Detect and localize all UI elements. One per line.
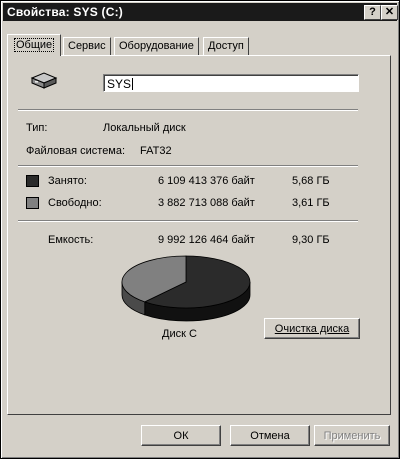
capacity-bytes: 9 992 126 464 байт [158, 234, 255, 246]
hard-drive-icon [30, 72, 58, 89]
type-label: Тип: [26, 122, 48, 134]
tab-service-label: Сервис [68, 40, 106, 52]
type-value: Локальный диск [103, 122, 186, 134]
tab-service[interactable]: Сервис [63, 37, 111, 55]
capacity-size: 9,30 ГБ [292, 234, 330, 246]
close-icon: ✕ [384, 6, 395, 18]
filesystem-value: FAT32 [140, 145, 172, 157]
free-space-swatch [26, 197, 39, 209]
disk-cleanup-label: Очистка диска [274, 323, 350, 335]
tab-hardware[interactable]: Оборудование [114, 37, 199, 55]
used-size: 5,68 ГБ [292, 175, 330, 187]
text-caret [132, 78, 134, 90]
free-label: Свободно: [48, 197, 102, 209]
filesystem-label: Файловая система: [26, 145, 126, 157]
separator [18, 165, 358, 167]
help-button[interactable]: ? [364, 5, 381, 20]
tab-general-label: Общие [14, 38, 55, 52]
help-icon: ? [369, 6, 376, 18]
tab-hardware-label: Оборудование [119, 40, 194, 52]
disk-usage-pie-chart [121, 255, 251, 322]
cancel-button[interactable]: Отмена [230, 425, 310, 446]
title-bar[interactable]: Свойства: SYS (C:) ? ✕ [3, 3, 398, 21]
tab-sharing[interactable]: Доступ [203, 37, 249, 55]
free-bytes: 3 882 713 088 байт [158, 197, 255, 209]
disk-label: Диск C [162, 328, 197, 340]
volume-name-value: SYS [107, 77, 132, 91]
used-space-swatch [26, 175, 39, 187]
used-label: Занято: [48, 175, 87, 187]
window-title: Свойства: SYS (C:) [7, 5, 123, 19]
free-size: 3,61 ГБ [292, 197, 330, 209]
separator [18, 109, 358, 111]
general-tab-panel: SYS Тип: Локальный диск Файловая система… [7, 55, 391, 415]
used-bytes: 6 109 413 376 байт [158, 175, 255, 187]
separator [18, 220, 358, 222]
apply-button[interactable]: Применить [314, 425, 390, 446]
ok-button[interactable]: ОК [141, 425, 221, 446]
tab-sharing-label: Доступ [208, 40, 244, 52]
properties-window: Свойства: SYS (C:) ? ✕ Общие Сервис Обор… [0, 0, 400, 459]
capacity-label: Емкость: [48, 234, 94, 246]
close-button[interactable]: ✕ [381, 5, 398, 20]
disk-cleanup-button[interactable]: Очистка диска [264, 318, 360, 339]
tab-general[interactable]: Общие [7, 34, 62, 56]
volume-name-input[interactable]: SYS [103, 74, 359, 92]
